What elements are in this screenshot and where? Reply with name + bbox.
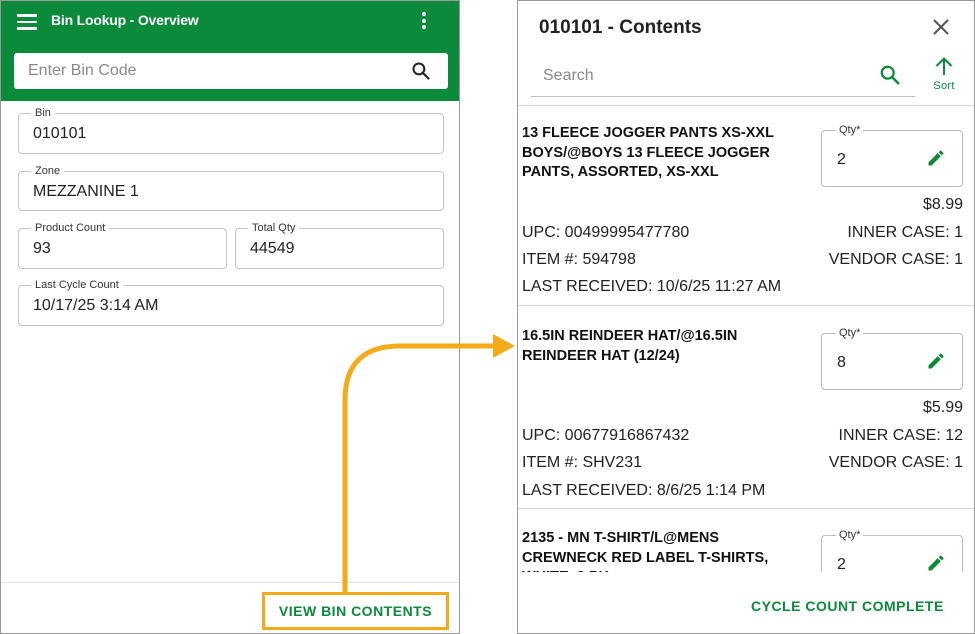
- arrow-up-icon: [935, 57, 953, 75]
- item-inner-case: INNER CASE: 12: [838, 427, 963, 444]
- pencil-edit-icon[interactable]: [926, 148, 946, 168]
- item-upc: UPC: 00677916867432: [522, 427, 690, 444]
- last-cycle-count-label: Last Cycle Count: [31, 278, 123, 292]
- total-qty-label: Total Qty: [248, 221, 300, 235]
- item-price: $5.99: [922, 399, 963, 416]
- qty-label: Qty*: [836, 123, 864, 137]
- close-icon[interactable]: [931, 17, 951, 37]
- total-qty-value: 44549: [250, 240, 295, 257]
- hamburger-menu-icon[interactable]: [17, 14, 37, 30]
- product-count-value: 93: [33, 240, 51, 257]
- view-bin-contents-button[interactable]: VIEW BIN CONTENTS: [262, 592, 449, 630]
- zone-field-value: MEZZANINE 1: [33, 183, 139, 200]
- product-count-field: Product Count 93: [18, 221, 227, 269]
- zone-field-label: Zone: [31, 164, 65, 178]
- qty-field[interactable]: Qty* 2: [821, 528, 963, 572]
- more-vertical-icon[interactable]: [420, 12, 428, 32]
- bin-contents-list: 13 FLEECE JOGGER PANTS XS-XXL BOYS/@BOYS…: [518, 106, 974, 572]
- dialog-title: 010101 - Contents: [539, 17, 702, 38]
- bin-field-label: Bin: [31, 106, 55, 120]
- qty-value: 2: [837, 556, 846, 572]
- item-number: ITEM #: SHV231: [522, 454, 643, 471]
- item-name: 13 FLEECE JOGGER PANTS XS-XXL BOYS/@BOYS…: [522, 125, 774, 180]
- product-count-label: Product Count: [31, 221, 110, 235]
- qty-field[interactable]: Qty* 2: [821, 123, 963, 187]
- qty-field[interactable]: Qty* 8: [821, 326, 963, 390]
- app-title: Bin Lookup - Overview: [51, 12, 199, 28]
- list-item[interactable]: 13 FLEECE JOGGER PANTS XS-XXL BOYS/@BOYS…: [518, 106, 974, 306]
- bin-contents-dialog: 010101 - Contents Sort 13 FLEECE JOGGER …: [517, 0, 975, 634]
- last-cycle-count-field: Last Cycle Count 10/17/25 3:14 AM: [18, 278, 444, 326]
- item-last-received: LAST RECEIVED: 10/6/25 11:27 AM: [522, 278, 782, 295]
- total-qty-field: Total Qty 44549: [235, 221, 444, 269]
- item-last-received: LAST RECEIVED: 8/6/25 1:14 PM: [522, 482, 766, 499]
- pencil-edit-icon[interactable]: [926, 351, 946, 371]
- list-item[interactable]: 16.5IN REINDEER HAT/@16.5IN REINDEER HAT…: [518, 306, 974, 509]
- qty-label: Qty*: [836, 528, 864, 542]
- item-upc: UPC: 00499995477780: [522, 224, 690, 241]
- sort-button[interactable]: Sort: [924, 55, 964, 95]
- cycle-count-complete-button[interactable]: CYCLE COUNT COMPLETE: [751, 598, 944, 614]
- screenshot-stage: Bin Lookup - Overview Bin 010101 Zone ME…: [0, 0, 975, 634]
- qty-value: 8: [837, 354, 846, 371]
- item-vendor-case: VENDOR CASE: 1: [828, 251, 963, 268]
- search-icon[interactable]: [879, 64, 901, 86]
- item-name: 16.5IN REINDEER HAT/@16.5IN REINDEER HAT…: [522, 328, 738, 364]
- pencil-edit-icon[interactable]: [926, 553, 946, 572]
- item-inner-case: INNER CASE: 1: [847, 224, 963, 241]
- contents-search-input[interactable]: [543, 61, 873, 91]
- app-bar: Bin Lookup - Overview: [1, 1, 459, 101]
- item-name: 2135 - MN T-SHIRT/L@MENS CREWNECK RED LA…: [522, 530, 769, 572]
- bin-field: Bin 010101: [18, 106, 444, 154]
- search-icon[interactable]: [411, 61, 431, 81]
- bin-field-value: 010101: [33, 125, 87, 142]
- item-number: ITEM #: 594798: [522, 251, 636, 268]
- sort-label: Sort: [933, 80, 955, 92]
- qty-value: 2: [837, 151, 846, 168]
- qty-label: Qty*: [836, 326, 864, 340]
- contents-search-box: [531, 57, 915, 97]
- last-cycle-count-value: 10/17/25 3:14 AM: [33, 297, 159, 314]
- bin-code-input[interactable]: [28, 53, 408, 89]
- item-vendor-case: VENDOR CASE: 1: [828, 454, 963, 471]
- list-item[interactable]: 2135 - MN T-SHIRT/L@MENS CREWNECK RED LA…: [518, 509, 974, 572]
- dialog-footer: CYCLE COUNT COMPLETE: [518, 572, 974, 633]
- bin-overview-screen: Bin Lookup - Overview Bin 010101 Zone ME…: [0, 0, 460, 634]
- item-price: $8.99: [922, 196, 963, 213]
- zone-field: Zone MEZZANINE 1: [18, 164, 444, 211]
- bin-code-search-box: [14, 53, 448, 89]
